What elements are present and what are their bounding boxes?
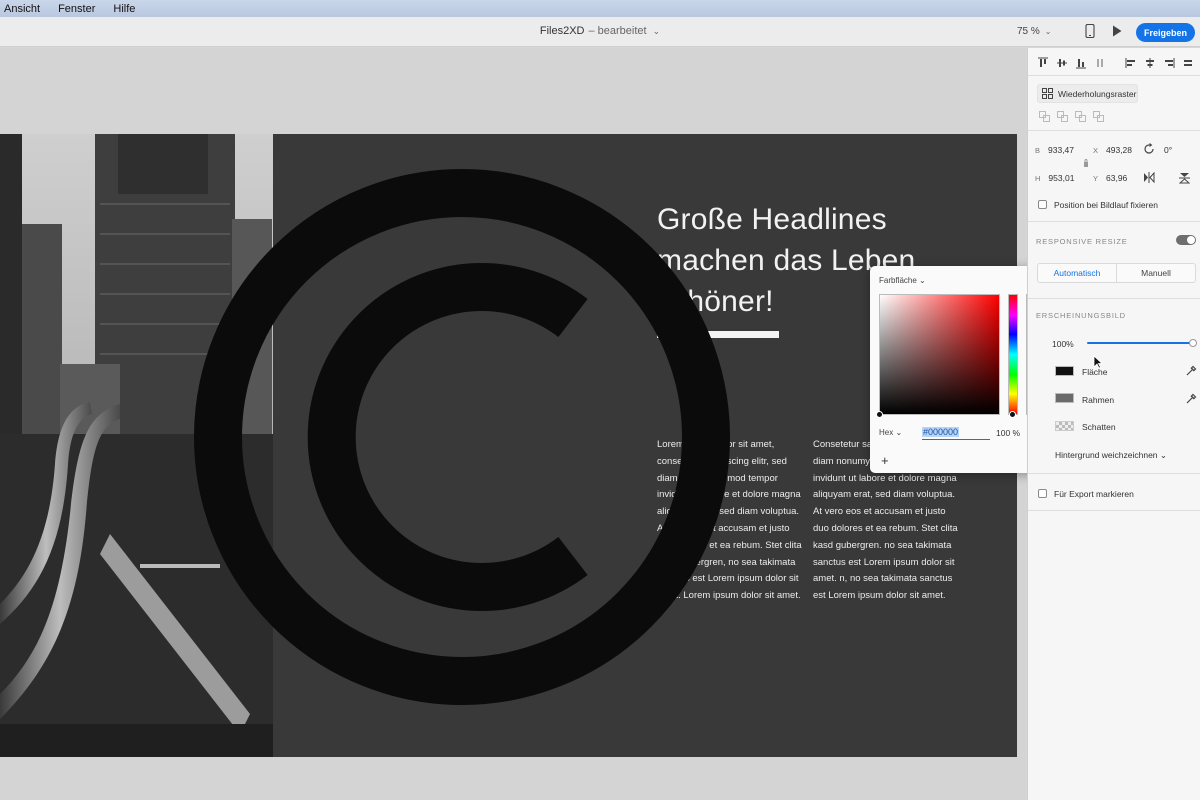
fill-swatch[interactable] xyxy=(1055,366,1074,376)
align-middle-icon[interactable] xyxy=(1055,56,1069,70)
align-right-icon[interactable] xyxy=(1162,56,1176,70)
hue-slider[interactable] xyxy=(1008,294,1018,415)
divider xyxy=(1028,130,1200,131)
intersect-icon[interactable] xyxy=(1074,110,1087,123)
artboard[interactable]: Große Headlines machen das Leben schöner… xyxy=(0,134,1017,757)
y-value: 63,96 xyxy=(1106,173,1128,183)
lock-aspect-icon[interactable] xyxy=(1083,158,1089,168)
opacity-slider[interactable] xyxy=(1087,342,1192,344)
rotation-field[interactable]: 0° xyxy=(1164,145,1172,155)
text-column-1[interactable]: Lorem ipsum dolor sit amet, consetetur s… xyxy=(657,437,807,605)
adobe-xd-window: Ansicht Fenster Hilfe Files2XD – bearbeit… xyxy=(0,0,1200,800)
distribute-horizontal-icon[interactable] xyxy=(1181,56,1195,70)
union-icon[interactable] xyxy=(1038,110,1051,123)
subtract-icon[interactable] xyxy=(1056,110,1069,123)
border-label: Rahmen xyxy=(1082,395,1115,405)
hex-value: #000000 xyxy=(922,426,960,437)
resize-mode-segmented: Automatisch Manuell xyxy=(1037,263,1196,283)
y-key: Y xyxy=(1093,174,1099,183)
chevron-down-icon: ⌄ xyxy=(1044,27,1052,36)
hex-input[interactable]: #000000 xyxy=(922,424,990,440)
divider xyxy=(1028,221,1200,222)
align-left-icon[interactable] xyxy=(1124,56,1138,70)
x-field[interactable]: X 493,28 xyxy=(1093,145,1132,155)
divider xyxy=(1028,510,1200,511)
opacity-slider-thumb[interactable] xyxy=(1189,339,1197,347)
saturation-value-field[interactable] xyxy=(879,294,1000,415)
shadow-label: Schatten xyxy=(1082,422,1116,432)
headline-underline[interactable] xyxy=(657,331,779,338)
sv-handle[interactable] xyxy=(876,411,883,418)
document-status: – bearbeitet xyxy=(588,25,647,37)
y-field[interactable]: Y 63,96 xyxy=(1093,173,1127,183)
export-label: Für Export markieren xyxy=(1054,489,1134,499)
eyedropper-icon[interactable] xyxy=(1185,365,1197,377)
x-key: X xyxy=(1093,146,1099,155)
align-bottom-icon[interactable] xyxy=(1074,56,1088,70)
chevron-down-icon: ⌄ xyxy=(652,26,661,36)
height-field[interactable]: H 953,01 xyxy=(1035,173,1074,183)
background-blur-dropdown[interactable]: Hintergrund weichzeichnen ⌄ xyxy=(1055,450,1167,461)
exclude-icon[interactable] xyxy=(1092,110,1105,123)
play-preview-icon[interactable] xyxy=(1109,23,1125,39)
eyedropper-icon[interactable] xyxy=(1185,393,1197,405)
color-mode-value: Hex xyxy=(879,428,894,437)
color-mode-dropdown[interactable]: Hex ⌄ xyxy=(879,428,902,437)
width-value: 933,47 xyxy=(1048,145,1075,155)
mouse-pointer-icon xyxy=(1093,355,1103,369)
appearance-title: ERSCHEINUNGSBILD xyxy=(1036,311,1126,320)
property-inspector: Wiederholungsraster B 933,47 X 493,28 0° H… xyxy=(1027,48,1200,800)
menu-item-hilfe[interactable]: Hilfe xyxy=(109,3,139,15)
zoom-dropdown[interactable]: 75 % ⌄ xyxy=(1017,26,1052,37)
width-field[interactable]: B 933,47 xyxy=(1035,145,1074,155)
responsive-resize-title: RESPONSIVE RESIZE xyxy=(1036,237,1128,246)
border-swatch[interactable] xyxy=(1055,393,1074,403)
height-key: H xyxy=(1035,174,1041,183)
divider xyxy=(1028,75,1200,76)
color-picker-popover: Farbfläche ⌄ Hex ⌄ #000000 100 % + xyxy=(870,266,1045,473)
device-preview-icon[interactable] xyxy=(1082,23,1098,39)
flip-vertical-icon[interactable] xyxy=(1179,172,1190,184)
rotate-icon xyxy=(1144,143,1154,154)
menu-item-fenster[interactable]: Fenster xyxy=(54,3,99,15)
fix-position-checkbox[interactable] xyxy=(1038,200,1047,209)
menu-bar: Ansicht Fenster Hilfe xyxy=(0,0,1200,17)
repeat-grid-label: Wiederholungsraster xyxy=(1058,88,1137,99)
add-swatch-button[interactable]: + xyxy=(881,453,889,468)
fill-type-value: Farbfläche xyxy=(879,276,917,285)
city-photo[interactable] xyxy=(0,134,273,757)
background-blur-label: Hintergrund weichzeichnen xyxy=(1055,450,1158,460)
flip-horizontal-icon[interactable] xyxy=(1143,172,1155,183)
share-button[interactable]: Freigeben xyxy=(1136,23,1195,42)
width-key: B xyxy=(1035,146,1041,155)
fix-position-label: Position bei Bildlauf fixieren xyxy=(1054,200,1158,210)
menu-item-ansicht[interactable]: Ansicht xyxy=(0,3,44,15)
align-toolbar xyxy=(1028,56,1200,72)
divider xyxy=(1028,473,1200,474)
distribute-vertical-icon[interactable] xyxy=(1093,56,1107,70)
responsive-resize-toggle[interactable] xyxy=(1176,235,1196,245)
shadow-swatch[interactable] xyxy=(1055,421,1074,431)
seg-automatic[interactable]: Automatisch xyxy=(1038,264,1117,282)
chevron-down-icon: ⌄ xyxy=(919,276,926,285)
repeat-grid-icon xyxy=(1042,88,1053,99)
zoom-value: 75 % xyxy=(1017,26,1040,37)
x-value: 493,28 xyxy=(1106,145,1133,155)
chevron-down-icon: ⌄ xyxy=(895,428,903,437)
chevron-down-icon: ⌄ xyxy=(1159,450,1168,460)
repeat-grid-button[interactable]: Wiederholungsraster xyxy=(1037,84,1138,103)
divider xyxy=(1028,298,1200,299)
boolean-ops xyxy=(1038,110,1105,124)
title-bar: Files2XD – bearbeitet ⌄ 75 % ⌄ Freigeben xyxy=(0,17,1200,47)
align-center-icon[interactable] xyxy=(1143,56,1157,70)
seg-manual[interactable]: Manuell xyxy=(1117,264,1195,282)
height-value: 953,01 xyxy=(1048,173,1075,183)
align-top-icon[interactable] xyxy=(1036,56,1050,70)
document-name: Files2XD xyxy=(539,25,585,37)
hue-handle[interactable] xyxy=(1009,411,1016,418)
alpha-input[interactable]: 100 % xyxy=(996,428,1020,438)
fill-type-dropdown[interactable]: Farbfläche ⌄ xyxy=(879,276,926,285)
opacity-value[interactable]: 100% xyxy=(1052,339,1074,349)
export-checkbox[interactable] xyxy=(1038,489,1047,498)
